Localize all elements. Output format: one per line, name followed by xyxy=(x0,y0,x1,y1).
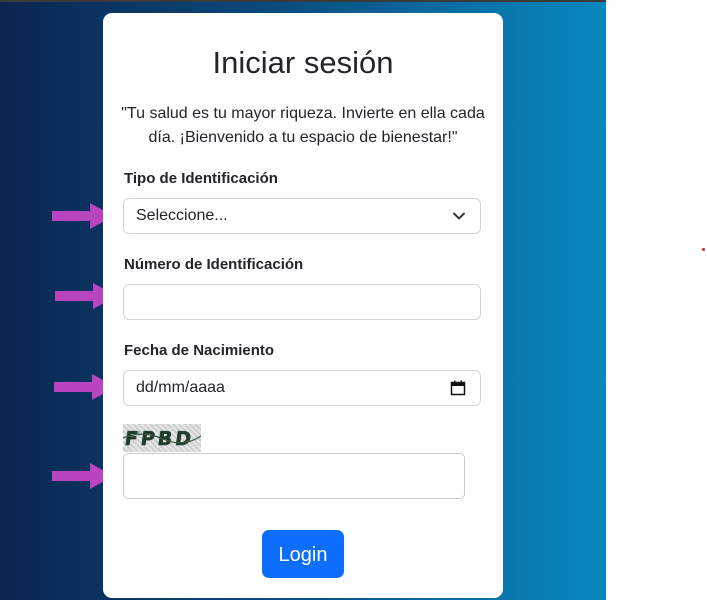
tipo-identificacion-label: Tipo de Identificación xyxy=(124,170,278,187)
welcome-quote: "Tu salud es tu mayor riqueza. Invierte … xyxy=(121,105,485,146)
red-dot-marker xyxy=(702,248,705,251)
numero-identificacion-input[interactable] xyxy=(123,284,481,320)
captcha-image: FPBD xyxy=(122,424,202,452)
fecha-nacimiento-label: Fecha de Nacimiento xyxy=(124,342,275,359)
login-button[interactable]: Login xyxy=(262,530,344,578)
tipo-identificacion-value: Seleccione... xyxy=(136,207,228,224)
captcha-text: FPBD xyxy=(123,427,195,450)
fecha-nacimiento-input[interactable]: dd/mm/aaaa xyxy=(123,370,481,406)
fecha-nacimiento-placeholder: dd/mm/aaaa xyxy=(136,379,225,396)
top-divider xyxy=(0,0,606,2)
numero-identificacion-label: Número de Identificación xyxy=(124,256,304,273)
chevron-down-icon xyxy=(453,212,465,220)
calendar-icon[interactable] xyxy=(450,380,466,396)
captcha-input[interactable] xyxy=(123,453,465,499)
login-card: Iniciar sesión "Tu salud es tu mayor riq… xyxy=(103,13,503,598)
tipo-identificacion-select[interactable]: Seleccione... xyxy=(123,198,481,234)
page-title: Iniciar sesión xyxy=(212,45,394,80)
captcha-text-graphic: FPBD xyxy=(122,427,202,450)
